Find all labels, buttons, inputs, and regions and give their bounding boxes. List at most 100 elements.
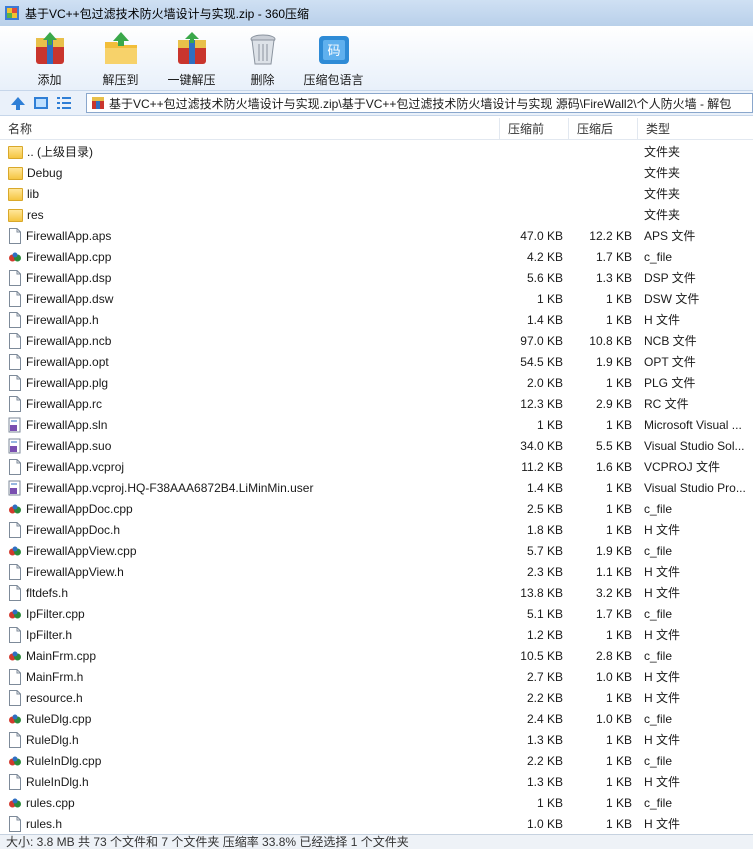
file-type: c_file [644, 711, 673, 726]
file-size: 1.0 KB [526, 816, 563, 831]
packed-size: 1.1 KB [595, 564, 632, 579]
file-type: PLG 文件 [644, 376, 696, 390]
file-row[interactable]: RuleDlg.cpp 2.4 KB 1.0 KB c_file [0, 708, 753, 729]
path-input[interactable]: 基于VC++包过滤技术防火墙设计与实现.zip\基于VC++包过滤技术防火墙设计… [86, 93, 753, 113]
name-cell: FirewallApp.suo [0, 438, 500, 454]
name-cell: FirewallApp.rc [0, 395, 500, 412]
file-icon [8, 374, 22, 391]
folder-icon [8, 166, 23, 180]
add-archive-icon [35, 32, 64, 64]
extract-to-button[interactable]: 解压到 [85, 26, 156, 88]
file-row[interactable]: resource.h 2.2 KB 1 KB H 文件 [0, 687, 753, 708]
name-cell: FirewallApp.dsp [0, 269, 500, 286]
one-click-extract-icon [177, 32, 206, 64]
file-row[interactable]: rules.cpp 1 KB 1 KB c_file [0, 792, 753, 813]
file-type: H 文件 [644, 565, 681, 579]
file-row[interactable]: FirewallApp.cpp 4.2 KB 1.7 KB c_file [0, 246, 753, 267]
file-icon [8, 395, 22, 412]
file-icon [8, 332, 22, 349]
file-size: 5.6 KB [526, 270, 563, 285]
file-row[interactable]: FirewallApp.ncb 97.0 KB 10.8 KB NCB 文件 [0, 330, 753, 351]
column-type[interactable]: 类型 [638, 118, 753, 140]
delete-button[interactable]: 删除 [227, 26, 298, 88]
file-row[interactable]: FirewallAppView.cpp 5.7 KB 1.9 KB c_file [0, 540, 753, 561]
file-name: FirewallApp.rc [26, 396, 103, 411]
file-row[interactable]: FirewallApp.dsw 1 KB 1 KB DSW 文件 [0, 288, 753, 309]
column-size[interactable]: 压缩前 [500, 117, 569, 140]
file-name: .. (上级目录) [27, 145, 93, 159]
one-click-extract-button-label: 一键解压 [167, 73, 216, 87]
file-row[interactable]: RuleDlg.h 1.3 KB 1 KB H 文件 [0, 729, 753, 750]
folder-row[interactable]: Debug 文件夹 [0, 162, 753, 183]
file-row[interactable]: MainFrm.cpp 10.5 KB 2.8 KB c_file [0, 645, 753, 666]
one-click-extract-button[interactable]: 一键解压 [156, 26, 227, 88]
file-name: RuleDlg.h [26, 732, 79, 747]
archive-icon [92, 97, 104, 109]
up-arrow-icon[interactable] [9, 94, 27, 112]
name-cell: IpFilter.cpp [0, 606, 500, 622]
file-size: 11.2 KB [521, 459, 563, 474]
folder-row[interactable]: res 文件夹 [0, 204, 753, 225]
file-row[interactable]: FirewallApp.vcproj 11.2 KB 1.6 KB VCPROJ 文件 [0, 456, 753, 477]
file-row[interactable]: IpFilter.cpp 5.1 KB 1.7 KB c_file [0, 603, 753, 624]
file-row[interactable]: FirewallAppDoc.h 1.8 KB 1 KB H 文件 [0, 519, 753, 540]
name-cell: rules.cpp [0, 795, 500, 811]
folder-row[interactable]: .. (上级目录) 文件夹 [0, 141, 753, 162]
archive-language-button[interactable]: 码 压缩包语言 [298, 26, 369, 88]
name-cell: RuleDlg.cpp [0, 711, 500, 727]
file-name: FirewallApp.dsp [26, 270, 112, 285]
file-type: NCB 文件 [644, 334, 697, 348]
file-row[interactable]: FirewallApp.vcproj.HQ-F38AAA6872B4.LiMin… [0, 477, 753, 498]
list-view-icon[interactable] [55, 94, 73, 112]
file-row[interactable]: FirewallApp.rc 12.3 KB 2.9 KB RC 文件 [0, 393, 753, 414]
file-row[interactable]: FirewallApp.suo 34.0 KB 5.5 KB Visual Studi… [0, 435, 753, 456]
file-icon [8, 584, 22, 601]
file-type: H 文件 [644, 775, 681, 789]
file-list: .. (上级目录) 文件夹 Debug 文件夹 lib 文件夹 res 文件夹 Firewall… [0, 141, 753, 834]
name-cell: FirewallApp.vcproj [0, 458, 500, 475]
file-name: FirewallApp.plg [26, 375, 109, 390]
status-bar: 大小: 3.8 MB 共 73 个文件和 7 个文件夹 压缩率 33.8% 已经… [0, 834, 753, 849]
extract-to-icon [104, 32, 137, 64]
file-row[interactable]: FirewallApp.plg 2.0 KB 1 KB PLG 文件 [0, 372, 753, 393]
file-type: H 文件 [644, 313, 681, 327]
packed-size: 1 KB [605, 291, 632, 306]
file-row[interactable]: FirewallApp.sln 1 KB 1 KB Microsoft Visual … [0, 414, 753, 435]
packed-size: 1.0 KB [595, 669, 632, 684]
file-row[interactable]: RuleInDlg.cpp 2.2 KB 1 KB c_file [0, 750, 753, 771]
file-name: FirewallApp.vcproj.HQ-F38AAA6872B4.LiMin… [26, 480, 314, 495]
file-name: IpFilter.h [26, 627, 73, 642]
file-type: H 文件 [644, 523, 681, 537]
file-row[interactable]: rules.h 1.0 KB 1 KB H 文件 [0, 813, 753, 834]
file-row[interactable]: MainFrm.h 2.7 KB 1.0 KB H 文件 [0, 666, 753, 687]
file-name: FirewallApp.suo [26, 438, 112, 453]
file-row[interactable]: FirewallApp.aps 47.0 KB 12.2 KB APS 文件 [0, 225, 753, 246]
file-row[interactable]: FirewallApp.h 1.4 KB 1 KB H 文件 [0, 309, 753, 330]
file-type: H 文件 [644, 628, 681, 642]
file-row[interactable]: FirewallAppDoc.cpp 2.5 KB 1 KB c_file [0, 498, 753, 519]
add-button[interactable]: 添加 [14, 26, 85, 88]
file-size: 1.3 KB [526, 732, 563, 747]
large-icon-view-icon[interactable] [32, 94, 50, 112]
path-text: 基于VC++包过滤技术防火墙设计与实现.zip\基于VC++包过滤技术防火墙设计… [109, 96, 732, 111]
folder-row[interactable]: lib 文件夹 [0, 183, 753, 204]
file-icon [8, 290, 22, 307]
file-type: c_file [644, 543, 673, 558]
file-size: 4.2 KB [526, 249, 563, 264]
packed-size: 1 KB [605, 522, 632, 537]
file-icon [8, 773, 22, 790]
archive-language-button-label: 压缩包语言 [303, 73, 364, 87]
file-row[interactable]: FirewallAppView.h 2.3 KB 1.1 KB H 文件 [0, 561, 753, 582]
file-type: H 文件 [644, 691, 681, 705]
trash-icon [250, 34, 275, 65]
file-row[interactable]: fltdefs.h 13.8 KB 3.2 KB H 文件 [0, 582, 753, 603]
column-name[interactable]: 名称 [0, 117, 500, 140]
file-name: fltdefs.h [26, 585, 69, 600]
file-row[interactable]: FirewallApp.opt 54.5 KB 1.9 KB OPT 文件 [0, 351, 753, 372]
file-row[interactable]: FirewallApp.dsp 5.6 KB 1.3 KB DSP 文件 [0, 267, 753, 288]
file-row[interactable]: IpFilter.h 1.2 KB 1 KB H 文件 [0, 624, 753, 645]
file-row[interactable]: RuleInDlg.h 1.3 KB 1 KB H 文件 [0, 771, 753, 792]
file-type: c_file [644, 753, 673, 768]
file-size: 1 KB [536, 291, 563, 306]
column-packed-size[interactable]: 压缩后 [569, 117, 638, 140]
